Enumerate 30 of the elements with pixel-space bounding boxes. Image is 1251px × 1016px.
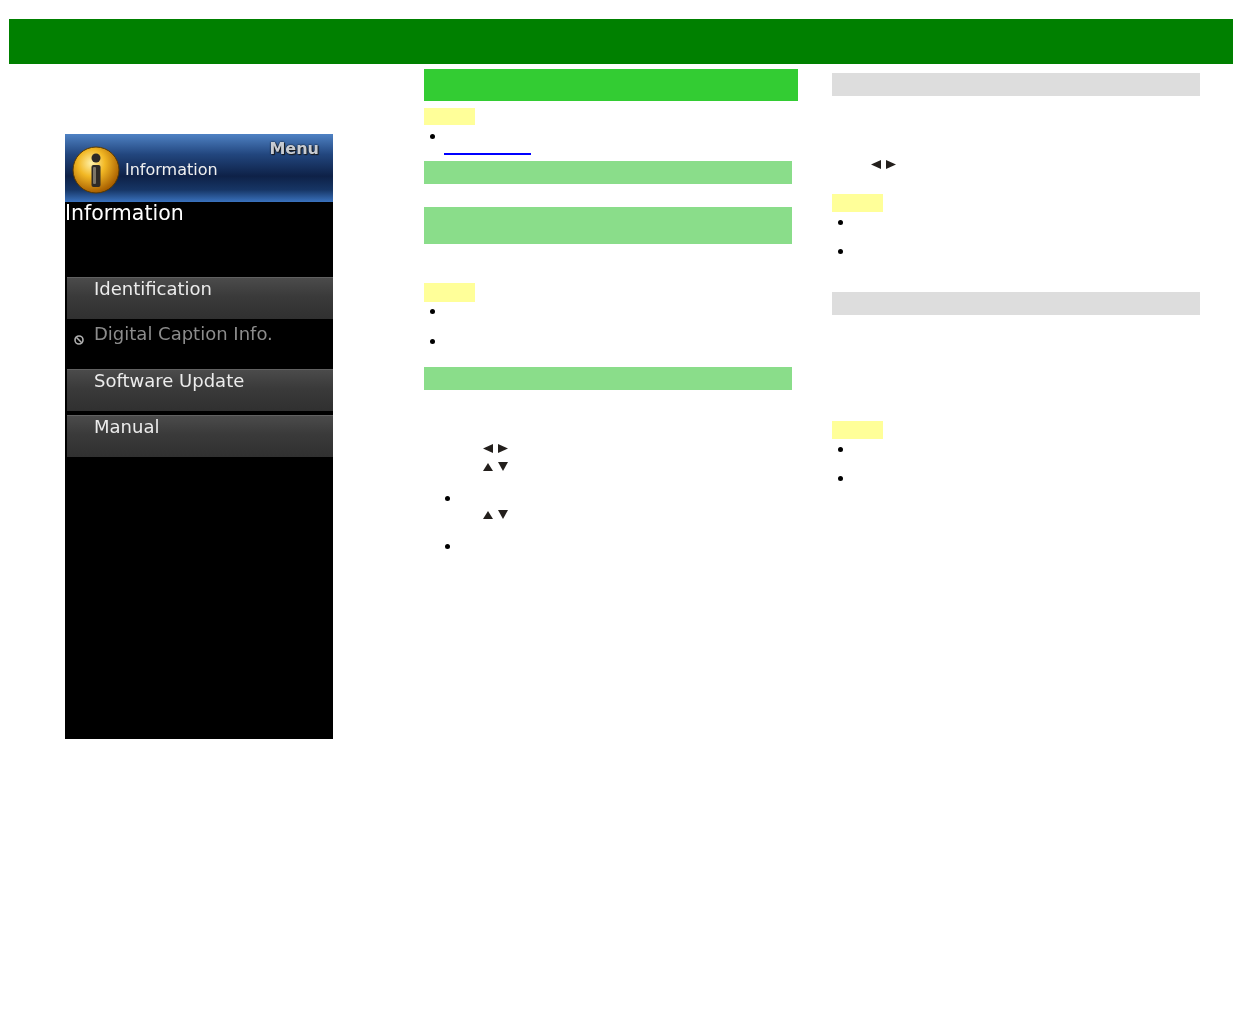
bullet-icon	[838, 220, 843, 225]
note-tag	[832, 194, 883, 212]
bullet-icon	[430, 339, 435, 344]
right-arrow-icon	[886, 160, 896, 169]
menu-item[interactable]: Manual	[67, 415, 333, 457]
down-arrow-icon	[498, 462, 508, 471]
menu-item[interactable]: Software Update	[67, 369, 333, 411]
note-tag	[424, 283, 475, 302]
bullet-icon	[838, 476, 843, 481]
down-arrow-icon	[498, 510, 508, 519]
menu-item[interactable]: Identification	[67, 277, 333, 319]
menu-category-title: Information	[125, 160, 218, 179]
info-icon	[72, 146, 120, 194]
bullet-icon	[430, 134, 435, 139]
up-arrow-icon	[483, 510, 493, 519]
bullet-icon	[838, 447, 843, 452]
prohibited-icon	[74, 335, 84, 345]
menu-page-title: Information	[65, 202, 184, 225]
up-arrow-icon	[483, 462, 493, 471]
menu-label: Menu	[269, 139, 319, 158]
left-arrow-icon	[483, 444, 493, 453]
left-arrow-icon	[871, 160, 881, 169]
bullet-icon	[838, 249, 843, 254]
right-arrow-icon	[498, 444, 508, 453]
bullet-icon	[445, 544, 450, 549]
bullet-icon	[430, 309, 435, 314]
hyperlink-underline[interactable]	[444, 153, 531, 155]
note-tag	[424, 108, 475, 125]
bullet-icon	[445, 496, 450, 501]
note-tag	[832, 421, 883, 439]
